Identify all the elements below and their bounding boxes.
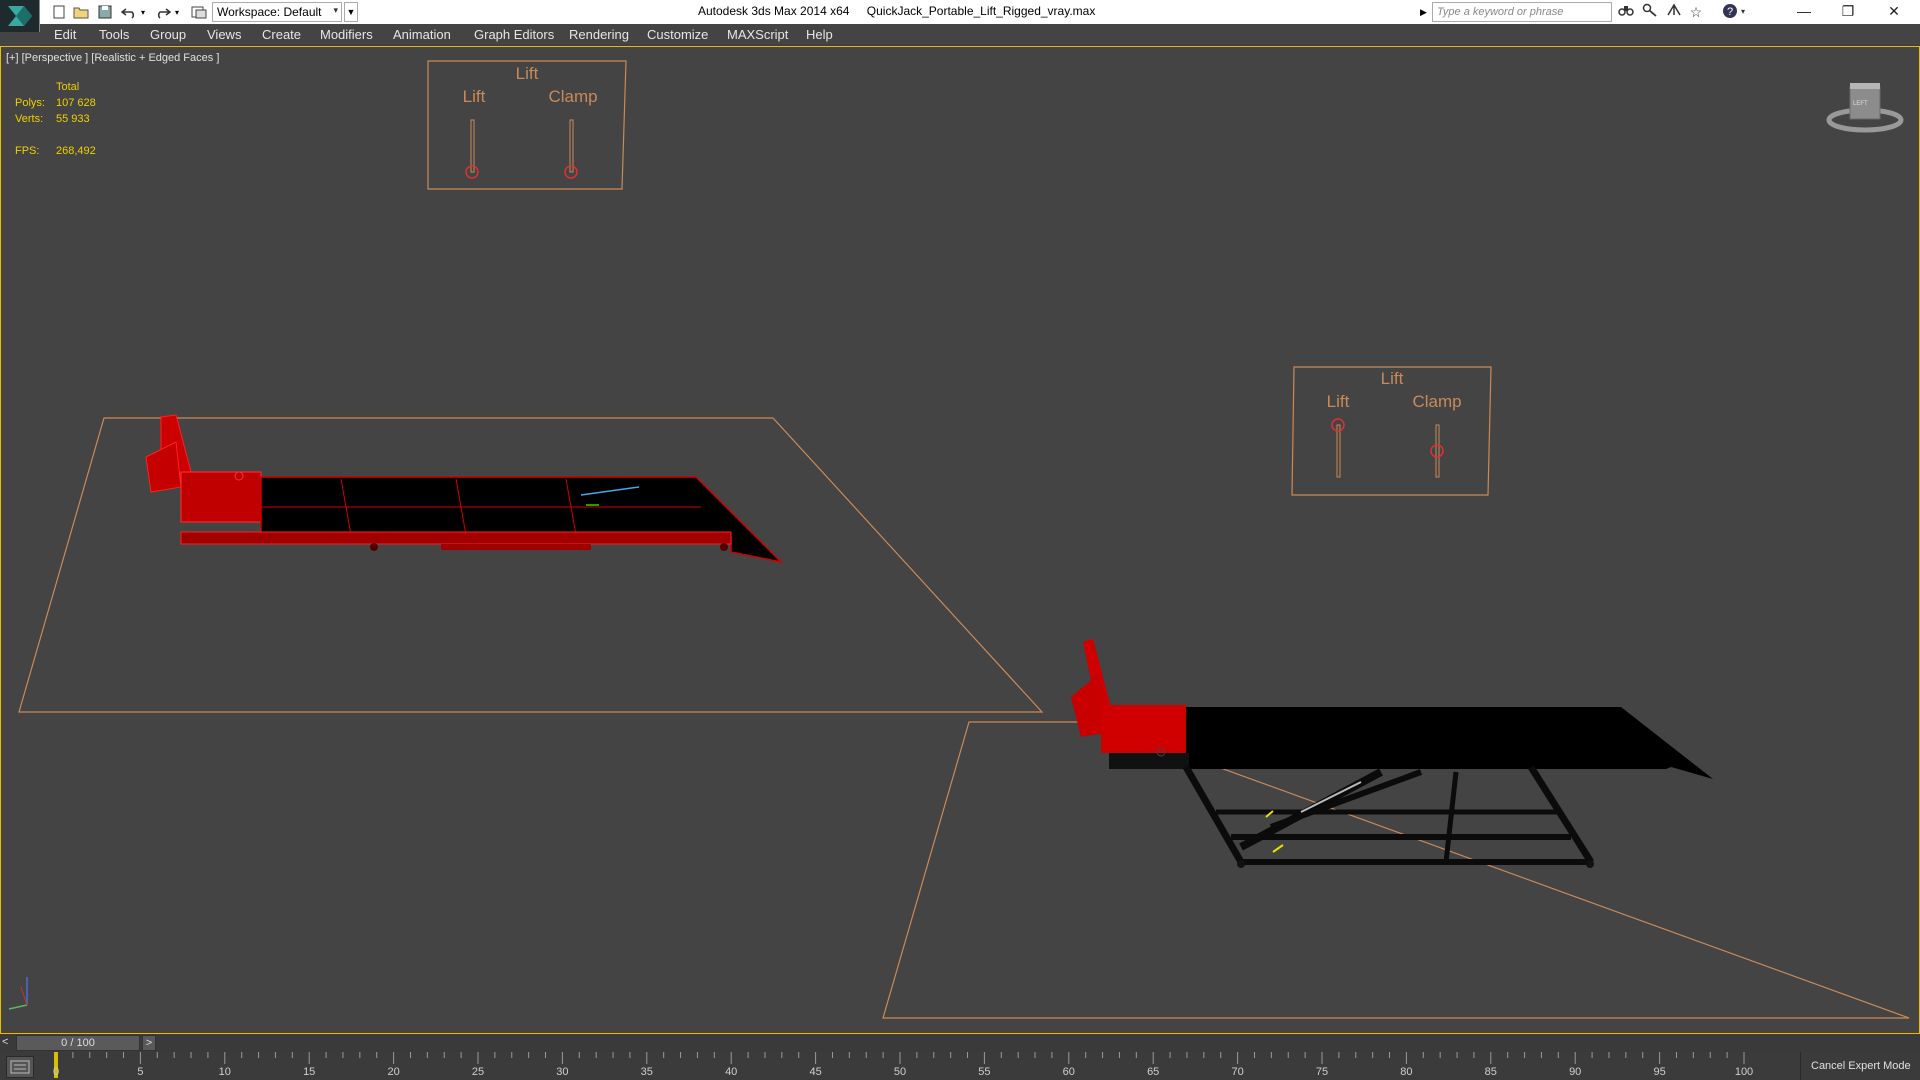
workspace-dropdown[interactable]: Workspace: Default ▾ xyxy=(212,2,342,22)
frame-tick-label: 95 xyxy=(1653,1066,1666,1078)
frame-tick-label: 15 xyxy=(303,1066,316,1078)
menu-edit[interactable]: Edit xyxy=(54,27,76,42)
clamp-slider-track xyxy=(569,119,574,173)
frame-tick-label: 35 xyxy=(640,1066,653,1078)
search-expand-icon[interactable]: ▶ xyxy=(1420,3,1432,21)
menu-rendering[interactable]: Rendering xyxy=(569,27,629,42)
lift-model-raised xyxy=(1071,639,1713,868)
frame-tick-label: 10 xyxy=(218,1066,231,1078)
lift-slider-track-2 xyxy=(1336,424,1341,478)
menu-graph-editors[interactable]: Graph Editors xyxy=(474,27,554,42)
search-input[interactable]: Type a keyword or phrase xyxy=(1432,2,1612,22)
axis-tripod-icon xyxy=(8,977,28,1010)
frame-tick-label: 75 xyxy=(1315,1066,1329,1078)
binoculars-icon[interactable] xyxy=(1616,3,1636,21)
menu-group[interactable]: Group xyxy=(150,27,186,42)
window-title: Autodesk 3ds Max 2014 x64 QuickJack_Port… xyxy=(698,4,1095,18)
frame-tick-label: 30 xyxy=(556,1066,569,1078)
menu-help[interactable]: Help xyxy=(806,27,833,42)
menu-tools[interactable]: Tools xyxy=(99,27,129,42)
communication-center-icon[interactable] xyxy=(1664,3,1684,21)
workspace-label: Workspace: Default xyxy=(217,5,322,19)
frame-tick-label: 60 xyxy=(1062,1066,1075,1078)
menu-create[interactable]: Create xyxy=(262,27,301,42)
control-top-lift-label: Lift xyxy=(462,87,486,106)
subscription-key-icon[interactable] xyxy=(1640,3,1660,21)
control-top-clamp-label: Clamp xyxy=(548,87,598,106)
frame-tick-label: 55 xyxy=(978,1066,991,1078)
open-folder-icon[interactable] xyxy=(72,3,90,21)
minimize-button[interactable]: — xyxy=(1782,0,1826,24)
svg-text:?: ? xyxy=(1727,6,1733,18)
control-top-title: Lift xyxy=(515,64,539,83)
clamp-slider-handle-2 xyxy=(1430,444,1444,458)
chevron-down-icon: ▾ xyxy=(333,5,338,15)
next-frame-button[interactable]: > xyxy=(142,1035,156,1051)
menu-customize[interactable]: Customize xyxy=(647,27,708,42)
frame-tick-label: 85 xyxy=(1484,1066,1497,1078)
help-icon[interactable]: ? xyxy=(1720,3,1740,21)
time-slider[interactable]: 0 / 100 xyxy=(16,1035,140,1051)
lift-model-lowered xyxy=(145,414,784,564)
help-dropdown-icon[interactable]: ▾ xyxy=(1738,3,1748,21)
track-bar[interactable]: 0 5 10 15 20 25 30 35 40 45 50 55 60 65 70 75 80 85 90 95 10… xyxy=(0,1052,1920,1080)
frame-tick-label: 50 xyxy=(893,1066,907,1078)
redo-icon[interactable] xyxy=(154,3,172,21)
frame-tick-label: 80 xyxy=(1400,1066,1413,1078)
scene-canvas xyxy=(8,60,1910,1019)
control-right-title: Lift xyxy=(1380,369,1404,388)
control-right-clamp-label: Clamp xyxy=(1412,392,1462,411)
perspective-viewport[interactable]: [+] [Perspective ] [Realistic + Edged Fa… xyxy=(0,46,1920,1034)
save-icon[interactable] xyxy=(96,3,114,21)
close-button[interactable]: ✕ xyxy=(1872,0,1916,24)
menu-animation[interactable]: Animation xyxy=(393,27,451,42)
time-slider-bar: < 0 / 100 > xyxy=(0,1034,1920,1052)
menu-bar: Edit Tools Group Views Create Modifiers … xyxy=(40,24,1920,46)
frame-tick-label: 90 xyxy=(1569,1066,1582,1078)
frame-tick-label: 25 xyxy=(471,1066,485,1078)
frame-tick-label: 5 xyxy=(137,1066,144,1078)
clamp-slider-track-2 xyxy=(1435,424,1440,478)
control-right-lift-label: Lift xyxy=(1326,392,1350,411)
undo-dropdown-icon[interactable]: ▾ xyxy=(138,3,148,21)
frame-tick-label: 100 xyxy=(1734,1066,1754,1078)
frame-tick-label: 0 xyxy=(52,1066,60,1078)
file-title: QuickJack_Portable_Lift_Rigged_vray.max xyxy=(866,4,1096,18)
project-folder-icon[interactable] xyxy=(190,3,208,21)
frame-tick-label: 65 xyxy=(1147,1066,1160,1078)
frame-tick-label: 45 xyxy=(809,1066,822,1078)
restore-button[interactable]: ❐ xyxy=(1826,0,1870,24)
3dsmax-logo-icon xyxy=(8,6,32,26)
undo-icon[interactable] xyxy=(120,3,138,21)
workspace-expand-icon[interactable]: ▼ xyxy=(344,2,358,22)
menu-maxscript[interactable]: MAXScript xyxy=(727,27,788,42)
prev-frame-button[interactable]: < xyxy=(2,1036,12,1050)
cancel-expert-mode-button[interactable]: Cancel Expert Mode xyxy=(1800,1052,1920,1080)
menu-views[interactable]: Views xyxy=(207,27,241,42)
new-file-icon[interactable] xyxy=(50,3,68,21)
frame-tick-label: 70 xyxy=(1231,1066,1244,1078)
redo-dropdown-icon[interactable]: ▾ xyxy=(172,3,182,21)
frame-tick-label: 20 xyxy=(387,1066,400,1078)
title-bar: ▾ ▾ Workspace: Default ▾ ▼ Autodesk 3ds … xyxy=(0,0,1920,32)
lift-slider-track xyxy=(470,119,475,173)
app-menu-button[interactable] xyxy=(0,0,40,32)
app-title: Autodesk 3ds Max 2014 x64 xyxy=(698,4,850,18)
frame-tick-label: 40 xyxy=(725,1066,738,1078)
favorites-star-icon[interactable]: ☆ xyxy=(1686,3,1706,21)
menu-modifiers[interactable]: Modifiers xyxy=(320,27,373,42)
viewcube-face-label[interactable]: LEFT xyxy=(1853,101,1868,107)
